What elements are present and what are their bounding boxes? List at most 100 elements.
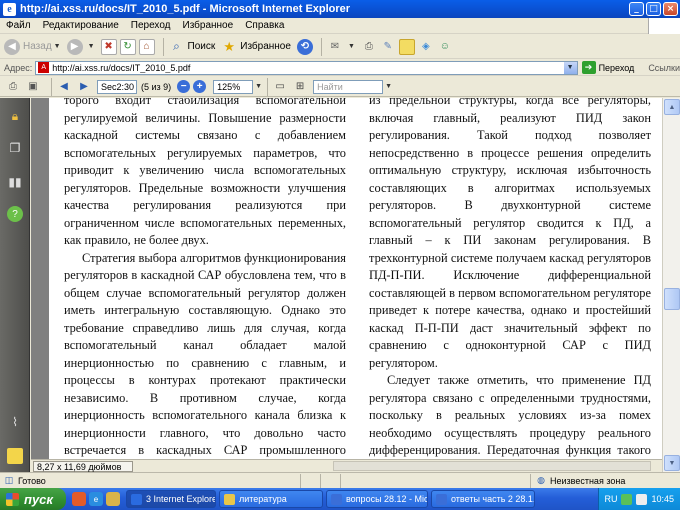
- task-app-icon: [436, 493, 447, 505]
- horizontal-scrollbar[interactable]: [333, 461, 651, 471]
- address-input[interactable]: A http://ai.xss.ru/docs/IT_2010_5.pdf ▼: [35, 60, 578, 75]
- task-label: ответы часть 2 28.1...: [451, 494, 535, 504]
- vertical-scrollbar[interactable]: ▲ ▼: [662, 98, 680, 472]
- bookmarks-icon[interactable]: ▮▮: [7, 174, 23, 190]
- forward-arrow-icon: ▶: [66, 38, 83, 55]
- page-number-input[interactable]: Sec2:30: [97, 79, 137, 94]
- network-icon[interactable]: [621, 493, 633, 505]
- status-cell: [300, 473, 320, 488]
- paragraph: Стратегия выбора алгоритмов функциониров…: [64, 250, 346, 458]
- links-button[interactable]: Ссылки: [648, 63, 680, 73]
- edit-icon[interactable]: ✎: [380, 39, 396, 55]
- start-button[interactable]: пуск: [0, 488, 66, 510]
- title-bar: e http://ai.xss.ru/docs/IT_2010_5.pdf - …: [0, 0, 680, 18]
- forward-button[interactable]: ▶ ▼: [66, 38, 95, 55]
- left-column: торого входит стабилизация вспомогательн…: [64, 98, 346, 459]
- menu-edit[interactable]: Редактирование: [37, 20, 125, 31]
- print-icon[interactable]: ⎙: [361, 39, 377, 55]
- menu-go[interactable]: Переход: [125, 20, 177, 31]
- menu-favorites[interactable]: Избранное: [177, 20, 240, 31]
- messenger-icon[interactable]: ☺: [437, 39, 453, 55]
- favorites-button[interactable]: ★ Избранное: [221, 39, 291, 55]
- help-icon[interactable]: ?: [7, 206, 23, 222]
- research-icon[interactable]: ◈: [418, 39, 434, 55]
- zoom-dropdown-icon[interactable]: ▼: [255, 83, 262, 90]
- explorer-icon[interactable]: [106, 492, 120, 506]
- task-app-icon: [331, 493, 342, 505]
- system-tray: RU 10:45: [598, 488, 680, 510]
- standard-toolbar: ◀ Назад ▼ ▶ ▼ ✖ ↻ ⌂ ⌕ Поиск ★ Избранное ⟲ …: [0, 35, 680, 59]
- task-label: 3 Internet Explorer: [146, 494, 216, 504]
- language-indicator[interactable]: RU: [604, 494, 617, 504]
- quick-launch: e: [72, 492, 123, 506]
- previous-page-icon[interactable]: ◀: [57, 80, 71, 94]
- home-icon[interactable]: ⌂: [138, 38, 155, 55]
- fit-width-icon[interactable]: ⊞: [293, 80, 307, 94]
- pdf-page: торого входит стабилизация вспомогательн…: [49, 98, 662, 459]
- scroll-up-icon[interactable]: ▲: [664, 99, 680, 115]
- pages-icon[interactable]: ❐: [7, 140, 23, 156]
- print-icon[interactable]: ⎙: [6, 80, 20, 94]
- find-dropdown-icon[interactable]: ▼: [385, 83, 392, 90]
- back-button[interactable]: ◀ Назад ▼: [4, 38, 61, 55]
- page-size-label: 8,27 x 11,69 дюймов: [33, 460, 133, 472]
- menu-bar: Файл Редактирование Переход Избранное Сп…: [0, 17, 680, 34]
- status-ready: ◫ Готово: [0, 475, 300, 487]
- history-icon[interactable]: ⟲: [296, 38, 313, 55]
- go-button[interactable]: ➔ Переход: [581, 61, 634, 74]
- status-cell: [340, 473, 360, 488]
- page-icon: ◫: [4, 475, 14, 485]
- save-icon[interactable]: ▣: [26, 80, 40, 94]
- discuss-icon[interactable]: [398, 38, 415, 55]
- task-app-icon: [131, 493, 142, 505]
- next-page-icon[interactable]: ▶: [77, 80, 91, 94]
- search-icon: ⌕: [173, 39, 180, 53]
- document-view[interactable]: торого входит стабилизация вспомогательн…: [31, 98, 662, 459]
- close-button[interactable]: ×: [663, 2, 678, 16]
- zoom-input[interactable]: 125%: [213, 79, 254, 94]
- menu-file[interactable]: Файл: [0, 20, 37, 31]
- page-count: (5 из 9): [141, 81, 172, 92]
- attachment-icon[interactable]: ⌇: [7, 414, 23, 430]
- star-icon: ★: [223, 38, 236, 54]
- status-bar: ◫ Готово ◍ Неизвестная зона: [0, 472, 680, 488]
- zone-text: Неизвестная зона: [550, 475, 626, 486]
- clock: 10:45: [651, 494, 674, 504]
- paragraph: Следует также отметить, что применение П…: [369, 373, 651, 457]
- fit-page-icon[interactable]: ▭: [273, 80, 287, 94]
- zoom-in-icon[interactable]: +: [193, 80, 207, 93]
- maximize-button[interactable]: □: [646, 2, 661, 16]
- minimize-button[interactable]: _: [629, 2, 644, 16]
- navigation-panel: 🔒︎ ❐ ▮▮ ? ⌇: [0, 98, 30, 472]
- separator: [267, 77, 269, 96]
- status-cell: [320, 473, 340, 488]
- taskbar-task[interactable]: ответы часть 2 28.1...: [431, 490, 535, 508]
- comments-icon[interactable]: [7, 448, 23, 464]
- windows-logo-icon: [648, 17, 680, 34]
- scroll-down-icon[interactable]: ▼: [664, 455, 680, 471]
- favorites-label: Избранное: [240, 41, 291, 52]
- zoom-out-icon[interactable]: −: [177, 80, 191, 93]
- task-label: литература: [239, 494, 287, 504]
- mail-icon[interactable]: ✉: [327, 39, 343, 55]
- globe-icon: ◍: [537, 475, 545, 485]
- volume-icon[interactable]: [636, 493, 648, 505]
- search-button[interactable]: ⌕ Поиск: [169, 39, 215, 55]
- refresh-icon[interactable]: ↻: [119, 38, 136, 55]
- pdf-toolbar: ⎙ ▣ ◀ ▶ Sec2:30 (5 из 9) − + 125% ▼ ▭ ⊞ …: [0, 77, 680, 97]
- address-bar: Адрес: A http://ai.xss.ru/docs/IT_2010_5…: [0, 60, 680, 76]
- separator: [320, 37, 322, 56]
- address-url[interactable]: http://ai.xss.ru/docs/IT_2010_5.pdf: [52, 63, 563, 73]
- scroll-thumb[interactable]: [664, 288, 680, 310]
- lock-icon[interactable]: 🔒︎: [7, 108, 23, 124]
- address-label: Адрес:: [4, 62, 33, 73]
- taskbar-task[interactable]: 3 Internet Explorer: [126, 490, 216, 508]
- ie-icon[interactable]: e: [89, 492, 103, 506]
- firefox-icon[interactable]: [72, 492, 86, 506]
- stop-icon[interactable]: ✖: [100, 38, 117, 55]
- taskbar-task[interactable]: вопросы 28.12 - Micr...: [326, 490, 428, 508]
- taskbar-task[interactable]: литература: [219, 490, 323, 508]
- menu-help[interactable]: Справка: [239, 20, 290, 31]
- address-dropdown-icon[interactable]: ▼: [563, 61, 577, 74]
- find-input[interactable]: Найти: [313, 79, 384, 94]
